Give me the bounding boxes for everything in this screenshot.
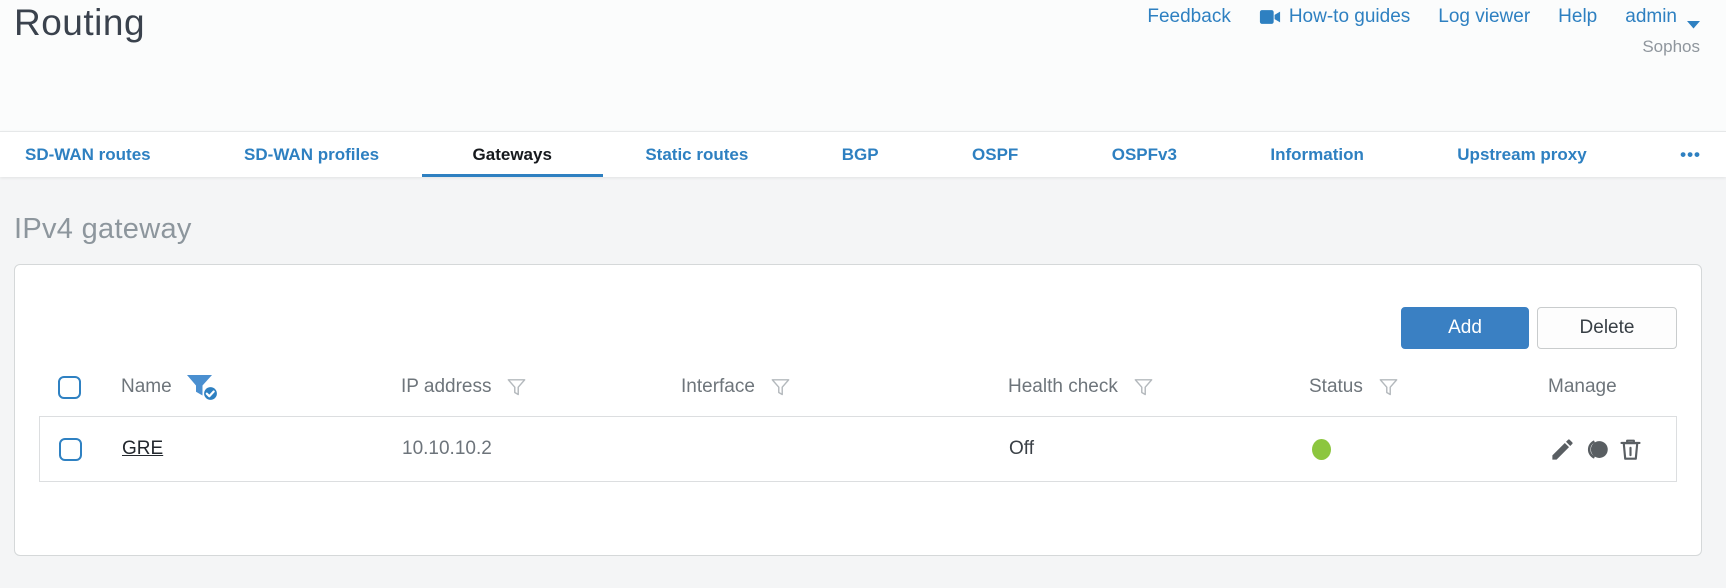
content-area: IPv4 gateway Add Delete Name IP address … [0, 177, 1726, 588]
tab-sdwan-profiles[interactable]: SD-WAN profiles [244, 132, 379, 177]
admin-username: admin [1625, 6, 1677, 27]
column-label: Name [121, 376, 172, 397]
tab-gateways[interactable]: Gateways [421, 132, 604, 177]
ipv4-gateway-panel: Add Delete Name IP address Interface Hea… [14, 264, 1702, 556]
how-to-guides-label: How-to guides [1288, 6, 1411, 27]
row-checkbox-cell [40, 437, 122, 461]
column-header-interface: Interface [681, 376, 1008, 399]
tab-sdwan-routes[interactable]: SD-WAN routes [25, 132, 151, 177]
status-up-indicator [1312, 438, 1331, 460]
header-right: Feedback How-to guides Log viewer Help a… [1147, 6, 1700, 57]
tab-upstream-proxy[interactable]: Upstream proxy [1457, 132, 1586, 177]
tab-information[interactable]: Information [1270, 132, 1364, 177]
column-header-health-check: Health check [1008, 376, 1309, 399]
chevron-down-icon [1687, 13, 1700, 28]
table-row: GRE 10.10.10.2 Off [39, 416, 1677, 482]
filter-icon[interactable] [1132, 376, 1155, 399]
column-label: Status [1309, 376, 1363, 397]
select-all-checkbox[interactable] [58, 375, 81, 399]
table-header-row: Name IP address Interface Health check S… [39, 371, 1677, 403]
routing-tab-bar: SD-WAN routes SD-WAN profiles Gateways S… [0, 131, 1726, 177]
page-header: Routing Feedback How-to guides Log viewe… [0, 0, 1726, 131]
health-check-cell: Off [1009, 438, 1034, 459]
tab-ospf[interactable]: OSPF [972, 132, 1018, 177]
column-header-name: Name [121, 373, 401, 402]
tab-ospfv3[interactable]: OSPFv3 [1112, 132, 1177, 177]
log-viewer-link[interactable]: Log viewer [1438, 6, 1530, 28]
column-label: Health check [1008, 376, 1118, 397]
feedback-link[interactable]: Feedback [1147, 6, 1230, 28]
add-button[interactable]: Add [1401, 307, 1529, 349]
brand-label: Sophos [1642, 37, 1700, 56]
section-title: IPv4 gateway [14, 213, 192, 245]
column-header-manage: Manage [1548, 376, 1677, 398]
admin-menu[interactable]: admin [1625, 6, 1700, 28]
column-label: Manage [1548, 376, 1617, 397]
column-header-status: Status [1309, 376, 1548, 399]
delete-button[interactable]: Delete [1537, 307, 1677, 349]
tab-overflow-menu[interactable]: ••• [1680, 132, 1701, 177]
ip-address-cell: 10.10.10.2 [402, 438, 492, 459]
help-link[interactable]: Help [1558, 6, 1597, 28]
column-label: Interface [681, 376, 755, 397]
gateway-name-cell: GRE [122, 438, 402, 460]
filter-icon[interactable] [505, 376, 528, 399]
manage-cell [1549, 436, 1676, 463]
filter-icon[interactable] [1377, 376, 1400, 399]
column-header-ip-address: IP address [401, 376, 681, 399]
header-checkbox-cell [39, 375, 121, 399]
tab-static-routes[interactable]: Static routes [645, 132, 748, 177]
edit-icon[interactable] [1549, 436, 1576, 463]
table-toolbar: Add Delete [39, 307, 1677, 349]
filter-active-icon[interactable] [186, 373, 219, 402]
tab-bgp[interactable]: BGP [842, 132, 879, 177]
status-cell [1310, 438, 1549, 460]
filter-icon[interactable] [769, 376, 792, 399]
video-camera-icon [1259, 9, 1281, 25]
gateway-name-link[interactable]: GRE [122, 438, 163, 459]
column-label: IP address [401, 376, 492, 397]
delete-icon[interactable] [1617, 436, 1644, 463]
row-checkbox[interactable] [59, 437, 82, 461]
routing-page: Routing Feedback How-to guides Log viewe… [0, 0, 1726, 588]
page-title: Routing [14, 2, 146, 43]
header-nav: Feedback How-to guides Log viewer Help a… [1147, 6, 1700, 28]
how-to-guides-link[interactable]: How-to guides [1259, 6, 1410, 28]
clone-icon[interactable] [1583, 436, 1610, 463]
